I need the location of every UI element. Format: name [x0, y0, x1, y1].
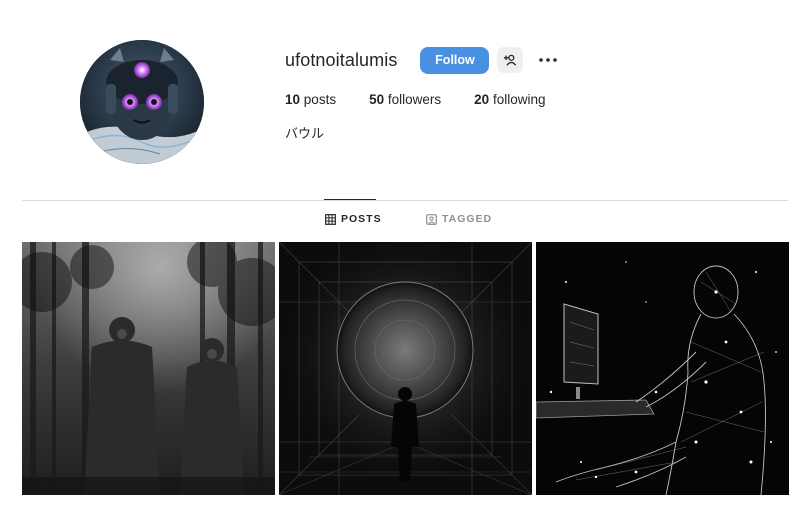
- active-tab-indicator: [324, 199, 376, 200]
- profile-avatar[interactable]: [80, 40, 204, 164]
- more-options-button[interactable]: [537, 50, 559, 70]
- profile-header: ufotnoitalumis Follow 10 posts 50 follow…: [285, 44, 578, 142]
- tab-tagged[interactable]: TAGGED: [426, 213, 492, 225]
- profile-bio: バウル: [285, 127, 325, 142]
- profile-tabs: POSTS TAGGED: [0, 213, 800, 231]
- tab-posts-label: POSTS: [341, 213, 382, 225]
- add-person-icon: [504, 54, 517, 66]
- posts-label: posts: [303, 92, 337, 107]
- suggest-person-button[interactable]: [497, 47, 524, 73]
- following-count: 20: [474, 92, 490, 107]
- header-divider: [22, 200, 788, 201]
- posts-grid: [22, 242, 789, 495]
- posts-stat: 10 posts: [285, 92, 336, 107]
- follow-button[interactable]: Follow: [420, 46, 490, 74]
- username: ufotnoitalumis: [285, 49, 398, 70]
- posts-count: 10: [285, 92, 301, 107]
- more-dots-icon: [539, 58, 558, 62]
- post-image-figures-in-forest: [22, 242, 275, 495]
- tab-posts[interactable]: POSTS: [325, 213, 382, 225]
- followers-stat[interactable]: 50 followers: [369, 92, 441, 107]
- avatar-image: [80, 40, 204, 164]
- post-thumbnail[interactable]: [536, 242, 789, 495]
- following-label: following: [492, 92, 546, 107]
- tab-tagged-label: TAGGED: [442, 213, 493, 225]
- post-image-silhouette-sphere: [279, 242, 532, 495]
- post-thumbnail[interactable]: [22, 242, 275, 495]
- grid-icon: [325, 213, 336, 225]
- post-thumbnail[interactable]: [279, 242, 532, 495]
- tag-person-icon: [426, 213, 437, 225]
- profile-stats: 10 posts 50 followers 20 following: [285, 92, 578, 107]
- post-image-wireframe-figure: [536, 242, 789, 495]
- profile-top-row: ufotnoitalumis Follow: [285, 44, 578, 76]
- following-stat[interactable]: 20 following: [474, 92, 545, 107]
- followers-label: followers: [387, 92, 442, 107]
- followers-count: 50: [369, 92, 385, 107]
